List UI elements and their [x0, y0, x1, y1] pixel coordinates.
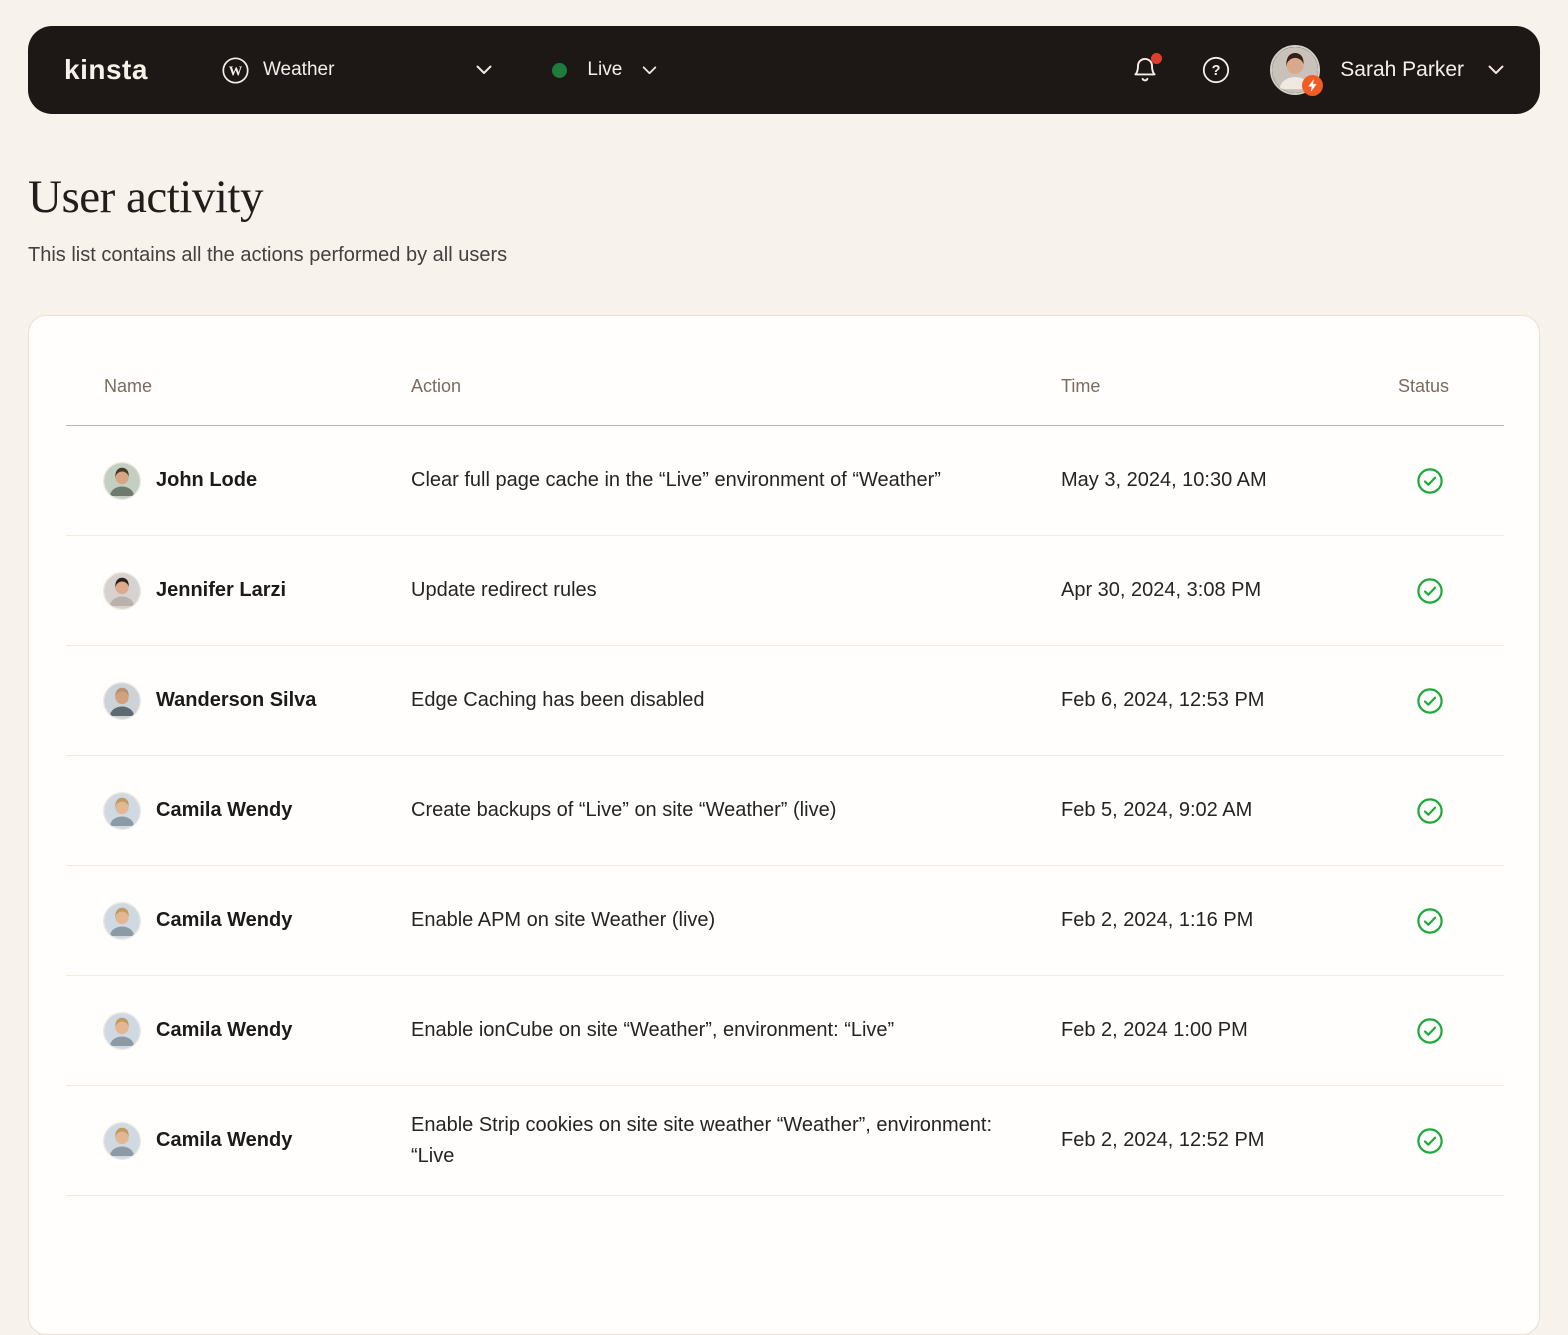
name-cell: Camila Wendy [66, 1121, 411, 1160]
user-avatar [103, 461, 141, 500]
table-row: Camila Wendy Enable Strip cookies on sit… [66, 1086, 1504, 1196]
success-status-icon [1416, 467, 1504, 495]
action-cell: Clear full page cache in the “Live” envi… [411, 469, 941, 491]
top-navbar: kinsta W Weather Live ? Sarah Parker [28, 26, 1540, 114]
name-cell: John Lode [66, 461, 411, 500]
success-status-icon [1416, 1127, 1504, 1155]
user-avatar [103, 681, 141, 720]
question-mark-icon: ? [1202, 56, 1230, 84]
svg-text:W: W [229, 63, 243, 78]
table-row: Camila Wendy Enable ionCube on site “Wea… [66, 976, 1504, 1086]
site-selector[interactable]: W Weather [222, 56, 492, 84]
user-avatar [103, 1121, 141, 1160]
user-name-label: Wanderson Silva [156, 689, 317, 711]
user-activity-card: Name Action Time Status John Lode Clear … [28, 315, 1540, 1335]
table-row: Camila Wendy Create backups of “Live” on… [66, 756, 1504, 866]
help-button[interactable]: ? [1202, 56, 1230, 84]
success-status-icon [1416, 907, 1504, 935]
live-status-dot [552, 62, 568, 78]
page-header: User activity This list contains all the… [28, 170, 1540, 267]
user-avatar [103, 901, 141, 940]
user-name-label: Jennifer Larzi [156, 579, 287, 601]
chevron-down-icon [476, 59, 492, 81]
user-name-label: John Lode [156, 469, 258, 491]
chevron-down-icon [1488, 59, 1504, 81]
column-header-status: Status [1398, 376, 1450, 396]
name-cell: Jennifer Larzi [66, 571, 411, 610]
lightning-badge-icon [1302, 75, 1324, 96]
status-cell [1398, 1017, 1504, 1045]
chevron-down-icon [642, 59, 657, 81]
name-cell: Camila Wendy [66, 1011, 411, 1050]
environment-selector-label: Live [587, 59, 623, 80]
time-cell: Feb 2, 2024, 12:52 PM [1061, 1129, 1265, 1151]
status-cell [1398, 907, 1504, 935]
table-row: Wanderson Silva Edge Caching has been di… [66, 646, 1504, 756]
column-header-time: Time [1061, 376, 1101, 396]
user-avatar [103, 791, 141, 830]
action-cell: Update redirect rules [411, 579, 597, 601]
user-name-label: Camila Wendy [156, 909, 293, 931]
action-cell: Edge Caching has been disabled [411, 689, 705, 711]
table-row: John Lode Clear full page cache in the “… [66, 426, 1504, 536]
page-subtitle: This list contains all the actions perfo… [28, 244, 508, 266]
status-cell [1398, 797, 1504, 825]
action-cell: Enable APM on site Weather (live) [411, 909, 716, 931]
time-cell: Feb 2, 2024 1:00 PM [1061, 1019, 1248, 1041]
success-status-icon [1416, 1017, 1504, 1045]
user-activity-table: Name Action Time Status John Lode Clear … [66, 316, 1504, 1196]
table-row: Jennifer Larzi Update redirect rules Apr… [66, 536, 1504, 646]
table-body: John Lode Clear full page cache in the “… [66, 426, 1504, 1196]
time-cell: Apr 30, 2024, 3:08 PM [1061, 579, 1262, 601]
status-cell [1398, 1127, 1504, 1155]
svg-text:?: ? [1212, 63, 1221, 79]
table-row: Camila Wendy Enable APM on site Weather … [66, 866, 1504, 976]
user-name-label: Camila Wendy [156, 1019, 293, 1041]
notification-alert-dot [1151, 53, 1163, 64]
time-cell: Feb 2, 2024, 1:16 PM [1061, 909, 1254, 931]
time-cell: Feb 6, 2024, 12:53 PM [1061, 689, 1265, 711]
user-avatar [1270, 45, 1324, 96]
user-avatar [103, 571, 141, 610]
success-status-icon [1416, 797, 1504, 825]
table-header-row: Name Action Time Status [66, 316, 1504, 426]
user-name-label: Camila Wendy [156, 1129, 293, 1151]
user-name-label: Camila Wendy [156, 799, 293, 821]
status-cell [1398, 467, 1504, 495]
action-cell: Create backups of “Live” on site “Weathe… [411, 799, 837, 821]
environment-selector[interactable]: Live [552, 59, 657, 81]
status-cell [1398, 687, 1504, 715]
success-status-icon [1416, 687, 1504, 715]
column-header-name: Name [104, 376, 153, 396]
status-cell [1398, 577, 1504, 605]
name-cell: Camila Wendy [66, 901, 411, 940]
notifications-button[interactable] [1132, 53, 1163, 84]
success-status-icon [1416, 577, 1504, 605]
column-header-action: Action [411, 376, 462, 396]
navbar-right: ? Sarah Parker [1132, 45, 1504, 96]
kinsta-logo: kinsta [64, 54, 148, 85]
time-cell: Feb 5, 2024, 9:02 AM [1061, 799, 1253, 821]
user-avatar [103, 1011, 141, 1050]
site-selector-label: Weather [262, 59, 335, 80]
name-cell: Camila Wendy [66, 791, 411, 830]
user-name: Sarah Parker [1340, 58, 1464, 81]
action-cell: Enable Strip cookies on site site weathe… [411, 1113, 993, 1167]
name-cell: Wanderson Silva [66, 681, 411, 720]
time-cell: May 3, 2024, 10:30 AM [1061, 469, 1267, 491]
user-menu[interactable]: Sarah Parker [1270, 45, 1504, 96]
wordpress-icon: W [222, 56, 249, 84]
page-title: User activity [28, 171, 263, 223]
action-cell: Enable ionCube on site “Weather”, enviro… [411, 1019, 895, 1041]
